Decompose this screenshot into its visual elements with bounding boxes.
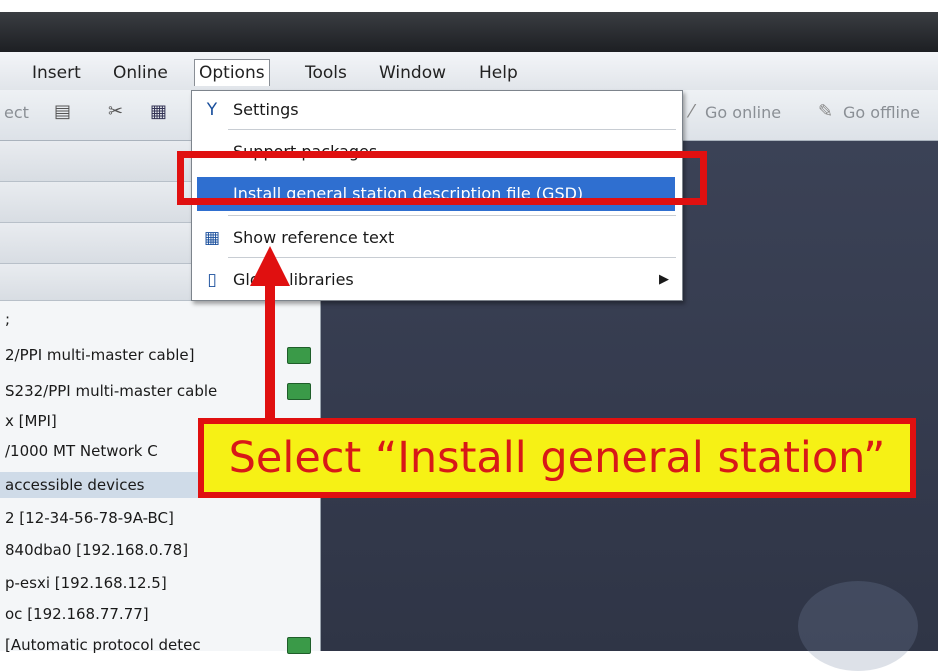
cut-icon[interactable]: ✂ [108,102,123,122]
print-icon[interactable]: ▤ [54,102,71,122]
tree-row-label: 840dba0 [192.168.0.78] [5,541,189,559]
tree-row-label: p-esxi [192.168.12.5] [5,574,167,592]
tree-row-label: 2/PPI multi-master cable] [5,346,195,364]
menu-online[interactable]: Online [109,60,172,86]
menu-tools[interactable]: Tools [301,60,351,86]
instruction-callout: Select “Install general station” [198,418,916,498]
go-online-button[interactable]: Go online [705,103,781,122]
menu-insert[interactable]: Insert [28,60,85,86]
tree-row[interactable]: oc [192.168.77.77] [0,601,325,627]
tree-row[interactable]: 2/PPI multi-master cable] [0,342,325,368]
top-strip [0,0,938,12]
tree-row[interactable]: 2 [12-34-56-78-9A-BC] [0,505,325,531]
submenu-arrow-icon: ▶ [659,272,669,287]
paste-icon[interactable]: ▦ [150,102,167,122]
go-offline-icon[interactable]: ✎ [818,102,833,122]
tree-row-label: oc [192.168.77.77] [5,605,149,623]
background-shape [798,581,918,671]
menu-bar: Insert Online Options Tools Window Help [0,52,938,91]
settings-icon: Y [206,100,218,120]
tree-row[interactable]: 840dba0 [192.168.0.78] [0,537,325,563]
menu-window[interactable]: Window [375,60,450,86]
network-card-icon [287,637,311,654]
tree-row[interactable]: [Automatic protocol detec [0,632,325,658]
tree-row-label: x [MPI] [5,412,57,430]
menu-item-settings[interactable]: Y Settings [197,93,675,127]
reference-text-icon: ▦ [203,228,221,248]
go-offline-button[interactable]: Go offline [843,103,920,122]
tree-row-label: ; [5,310,11,328]
title-bar [0,12,938,52]
book-icon: ▯ [207,270,217,290]
go-online-icon[interactable]: ⁄ [690,102,693,122]
tree-row-label: accessible devices [5,476,145,494]
arrow-shaft [265,284,275,439]
menu-options[interactable]: Options [194,59,270,86]
tree-row[interactable]: ; [0,306,325,332]
menu-separator [228,129,676,130]
network-card-icon [287,383,311,400]
toolbar-project-label[interactable]: ect [4,103,29,122]
menu-help[interactable]: Help [475,60,522,86]
tree-row[interactable]: S232/PPI multi-master cable [0,378,325,404]
tree-row-label: 2 [12-34-56-78-9A-BC] [5,509,174,527]
tree-row-label: S232/PPI multi-master cable [5,382,218,400]
menu-item-label: Settings [233,100,299,119]
callout-text: Select “Install general station” [228,433,886,483]
tree-row[interactable]: p-esxi [192.168.12.5] [0,570,325,596]
arrow-head [250,246,290,286]
tree-row-label: /1000 MT Network C [5,442,158,460]
tree-row-label: [Automatic protocol detec [5,636,201,654]
network-card-icon [287,347,311,364]
menu-separator [228,257,676,258]
menu-separator [228,215,676,216]
highlight-box [177,151,707,205]
